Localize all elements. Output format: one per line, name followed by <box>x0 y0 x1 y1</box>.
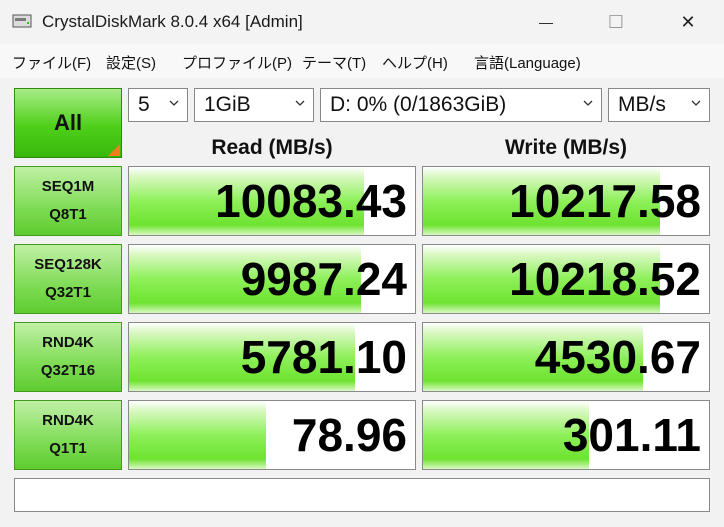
test-params: Q8T1 <box>49 206 87 223</box>
test-name: SEQ128K <box>34 256 102 273</box>
test-count-value: 5 <box>138 93 150 116</box>
write-result-cell: 10218.52 <box>422 244 710 314</box>
write-result-value: 4530.67 <box>534 331 701 383</box>
test-button-seq1m-q8t1[interactable]: SEQ1M Q8T1 <box>14 166 122 236</box>
chevron-down-icon <box>691 100 701 106</box>
menu-theme[interactable]: テーマ(T) <box>302 52 366 73</box>
write-result-value: 301.11 <box>562 409 701 461</box>
read-progress-bar <box>129 401 267 469</box>
close-button[interactable]: ✕ <box>658 0 718 44</box>
menu-file[interactable]: ファイル(F) <box>12 52 91 73</box>
minimize-button[interactable]: — <box>516 0 576 44</box>
read-result-value: 10083.43 <box>215 175 407 227</box>
read-result-cell: 78.96 <box>128 400 416 470</box>
drive-value: D: 0% (0/1863GiB) <box>330 93 507 116</box>
write-result-cell: 301.11 <box>422 400 710 470</box>
comment-input[interactable] <box>14 478 710 512</box>
write-result-value: 10218.52 <box>509 253 701 305</box>
test-name: RND4K <box>42 412 94 429</box>
close-icon: ✕ <box>680 11 696 32</box>
test-button-rnd4k-q1t1[interactable]: RND4K Q1T1 <box>14 400 122 470</box>
read-result-value: 5781.10 <box>240 331 407 383</box>
all-button-corner-marker <box>108 144 120 156</box>
write-result-cell: 4530.67 <box>422 322 710 392</box>
chevron-down-icon <box>169 100 179 106</box>
menu-settings[interactable]: 設定(S) <box>106 52 156 73</box>
test-params: Q32T16 <box>40 362 96 379</box>
test-count-select[interactable]: 5 <box>128 88 188 122</box>
write-column-header: Write (MB/s) <box>504 136 628 159</box>
window-title: CrystalDiskMark 8.0.4 x64 [Admin] <box>42 12 303 31</box>
test-size-select[interactable]: 1GiB <box>194 88 314 122</box>
read-result-cell: 9987.24 <box>128 244 416 314</box>
read-result-value: 9987.24 <box>240 253 407 305</box>
test-button-rnd4k-q32t16[interactable]: RND4K Q32T16 <box>14 322 122 392</box>
all-button-label: All <box>53 110 83 135</box>
chevron-down-icon <box>583 100 593 106</box>
minimize-icon: — <box>539 14 553 30</box>
drive-select[interactable]: D: 0% (0/1863GiB) <box>320 88 602 122</box>
test-params: Q1T1 <box>49 440 87 457</box>
menu-bar: ファイル(F) 設定(S) プロファイル(P) テーマ(T) ヘルプ(H) 言語… <box>0 44 724 78</box>
test-params: Q32T1 <box>45 284 91 301</box>
menu-help[interactable]: ヘルプ(H) <box>382 52 448 73</box>
test-size-value: 1GiB <box>204 93 251 116</box>
test-name: RND4K <box>42 334 94 351</box>
read-result-cell: 10083.43 <box>128 166 416 236</box>
menu-profile[interactable]: プロファイル(P) <box>182 52 292 73</box>
write-result-value: 10217.58 <box>509 175 701 227</box>
read-result-cell: 5781.10 <box>128 322 416 392</box>
maximize-button[interactable]: ☐ <box>586 0 646 44</box>
menu-language[interactable]: 言語(Language) <box>474 52 581 73</box>
read-result-value: 78.96 <box>291 409 407 461</box>
maximize-icon: ☐ <box>607 11 625 32</box>
all-button[interactable]: All <box>14 88 122 158</box>
write-result-cell: 10217.58 <box>422 166 710 236</box>
test-name: SEQ1M <box>41 178 95 195</box>
test-button-seq128k-q32t1[interactable]: SEQ128K Q32T1 <box>14 244 122 314</box>
unit-value: MB/s <box>618 93 666 116</box>
unit-select[interactable]: MB/s <box>608 88 710 122</box>
app-icon <box>12 14 32 28</box>
chevron-down-icon <box>295 100 305 106</box>
title-bar[interactable]: CrystalDiskMark 8.0.4 x64 [Admin] — ☐ ✕ <box>0 0 724 44</box>
read-column-header: Read (MB/s) <box>211 136 333 159</box>
